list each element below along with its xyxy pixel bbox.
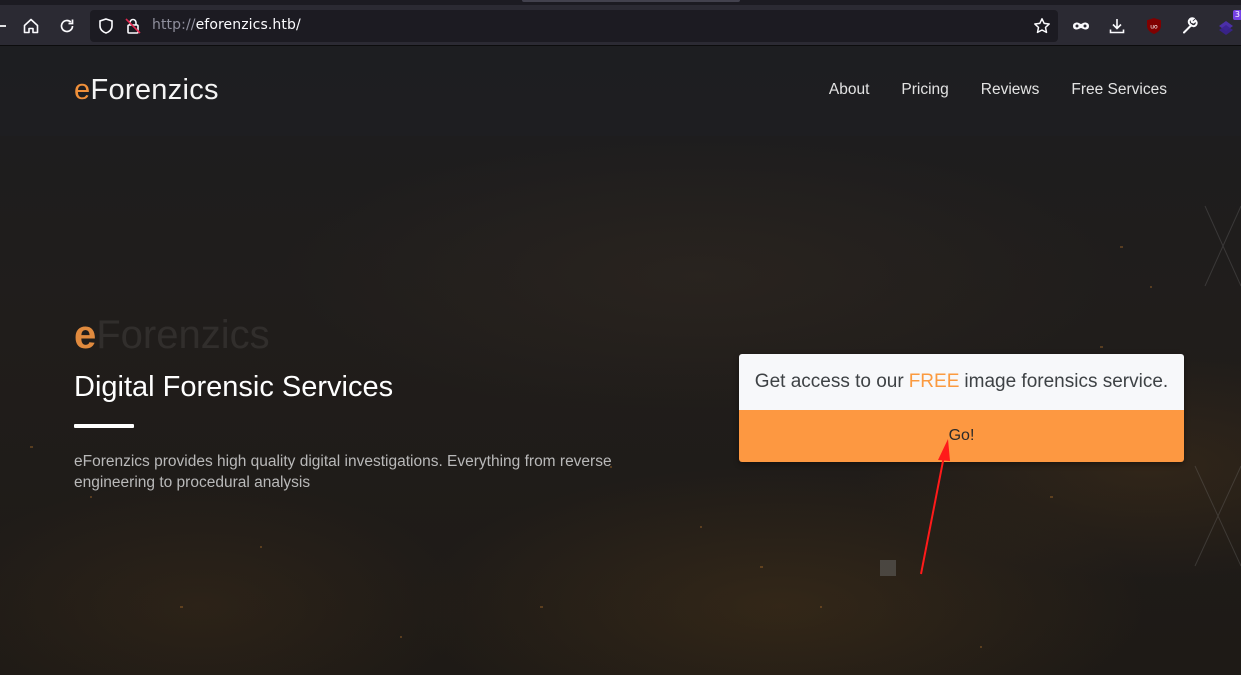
private-browsing-button[interactable]: [1068, 13, 1094, 39]
ublock-button[interactable]: uo: [1141, 13, 1167, 39]
cta-text-before: Get access to our: [754, 371, 904, 392]
ublock-origin-icon: uo: [1147, 18, 1161, 34]
main-nav: About Pricing Reviews Free Services: [829, 81, 1167, 99]
go-button[interactable]: Go!: [739, 410, 1184, 462]
nav-link-about[interactable]: About: [829, 81, 870, 99]
nav-link-pricing[interactable]: Pricing: [901, 81, 948, 99]
back-icon: [0, 25, 6, 27]
svg-text:uo: uo: [1150, 24, 1158, 31]
reload-icon: [60, 19, 74, 33]
url-host: eforenzics.htb/: [195, 17, 301, 33]
free-service-heading: Get access to our FREE image forensics s…: [739, 354, 1184, 410]
url-text[interactable]: http://eforenzics.htb/: [152, 17, 301, 33]
extension-badge: 3: [1232, 10, 1241, 20]
hero-description: eForenzics provides high quality digital…: [74, 453, 612, 491]
download-icon: [1109, 19, 1125, 34]
hero-divider: [74, 424, 134, 428]
hero-logo-text: Forenzics: [96, 313, 270, 357]
browser-toolbar: http://eforenzics.htb/ uo 3: [0, 5, 1241, 46]
hero-title: Digital Forensic Services: [74, 371, 394, 403]
home-icon: [23, 18, 39, 34]
site-navbar: eForenzics About Pricing Reviews Free Se…: [0, 46, 1241, 136]
back-button[interactable]: [0, 13, 12, 39]
nav-link-reviews[interactable]: Reviews: [981, 81, 1040, 99]
site-logo[interactable]: eForenzics: [74, 74, 219, 107]
shield-icon[interactable]: [97, 17, 115, 35]
free-service-card: Get access to our FREE image forensics s…: [739, 354, 1184, 462]
url-protocol: http://: [152, 17, 196, 33]
nav-link-free-services[interactable]: Free Services: [1071, 81, 1167, 99]
annotation-arrow-shaft: [920, 455, 945, 575]
cta-free-highlight: FREE: [908, 371, 960, 392]
hero-logo: eForenzics: [74, 313, 270, 358]
reload-button[interactable]: [54, 13, 80, 39]
url-bar[interactable]: http://eforenzics.htb/: [90, 10, 1058, 42]
insecure-lock-icon[interactable]: [124, 17, 142, 35]
extension-button[interactable]: 3: [1213, 10, 1241, 39]
logo-text: Forenzics: [90, 74, 219, 106]
downloads-button[interactable]: [1104, 13, 1130, 39]
developer-tools-button[interactable]: [1177, 13, 1203, 39]
active-tab[interactable]: [522, 0, 740, 2]
hero-logo-accent: e: [74, 313, 97, 357]
logo-accent: e: [74, 74, 91, 106]
web-page: eForenzics About Pricing Reviews Free Se…: [0, 46, 1241, 675]
extension-icon: [1219, 21, 1233, 35]
wrench-icon: [1183, 17, 1198, 34]
home-button[interactable]: [18, 13, 44, 39]
bookmark-star-icon[interactable]: [1033, 17, 1051, 35]
cta-text-after: image forensics service.: [964, 371, 1169, 392]
incognito-mask-icon: [1073, 22, 1089, 30]
